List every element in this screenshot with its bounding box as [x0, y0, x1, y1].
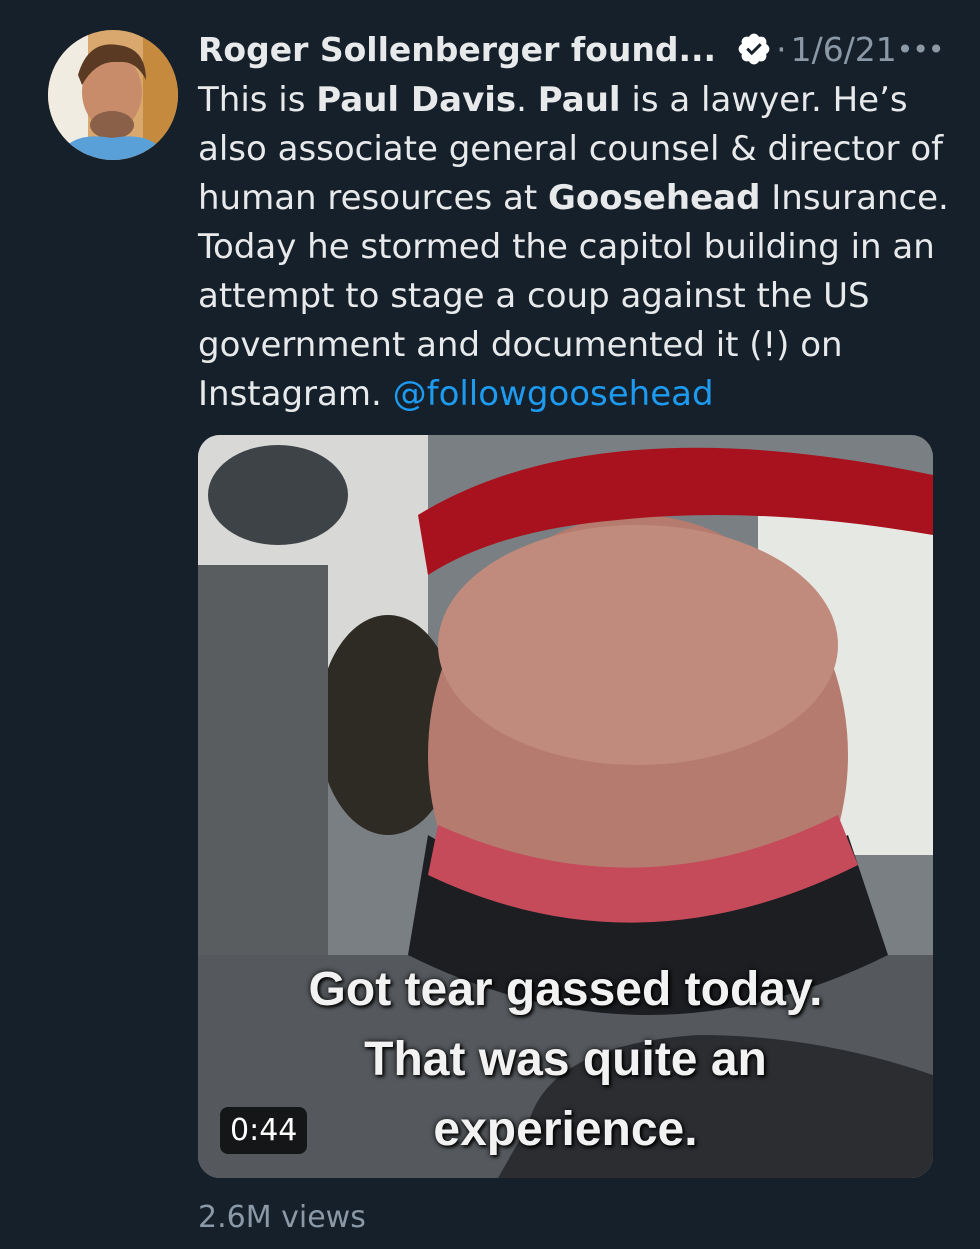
video-caption-line-3: experience. — [433, 1103, 698, 1156]
more-options-icon[interactable]: ••• — [897, 33, 945, 66]
bold-name: Paul — [537, 80, 621, 120]
verified-badge-icon — [736, 31, 772, 67]
header-separator: · — [776, 29, 787, 69]
tweet-date[interactable]: 1/6/21 — [791, 30, 897, 69]
bold-name: Paul Davis — [316, 80, 517, 120]
view-count: 2.6M views — [198, 1200, 366, 1235]
mention-link[interactable]: @followgoosehead — [393, 374, 714, 414]
tweet-header: Roger Sollenberger found... · 1/6/21 ••• — [198, 26, 944, 72]
video-caption-line-2: That was quite an — [364, 1033, 767, 1086]
video-caption-line-1: Got tear gassed today. — [308, 963, 823, 1016]
tweet-text: This is Paul Davis. Paul is a lawyer. He… — [198, 76, 958, 419]
text-segment: This is — [198, 80, 317, 120]
author-avatar[interactable] — [48, 30, 178, 160]
text-segment: . — [516, 80, 538, 120]
video-duration-badge: 0:44 — [220, 1107, 308, 1154]
author-name[interactable]: Roger Sollenberger found... — [198, 30, 716, 69]
video-player[interactable]: Got tear gassed today. That was quite an… — [198, 435, 933, 1178]
bold-company: Goosehead — [547, 178, 761, 218]
